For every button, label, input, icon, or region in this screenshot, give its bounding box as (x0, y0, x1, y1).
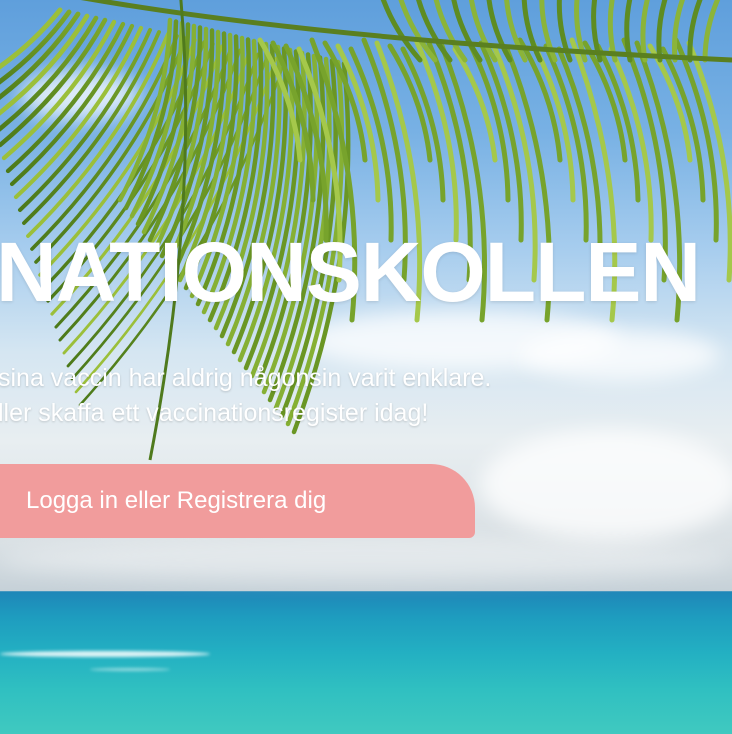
login-register-button[interactable]: Logga in eller Registrera dig (0, 464, 475, 538)
hero-subtitle-line-1: sina vaccin har aldrig någonsin varit en… (0, 364, 492, 392)
hero-banner: NATIONSKOLLEN sina vaccin har aldrig någ… (0, 0, 732, 734)
cloud (0, 540, 732, 580)
hero-subtitle-line-2: ller skaffa ett vaccinationsregister ida… (0, 399, 429, 427)
wave (90, 668, 170, 671)
hero-title: NATIONSKOLLEN (0, 225, 701, 319)
wave (0, 651, 210, 657)
